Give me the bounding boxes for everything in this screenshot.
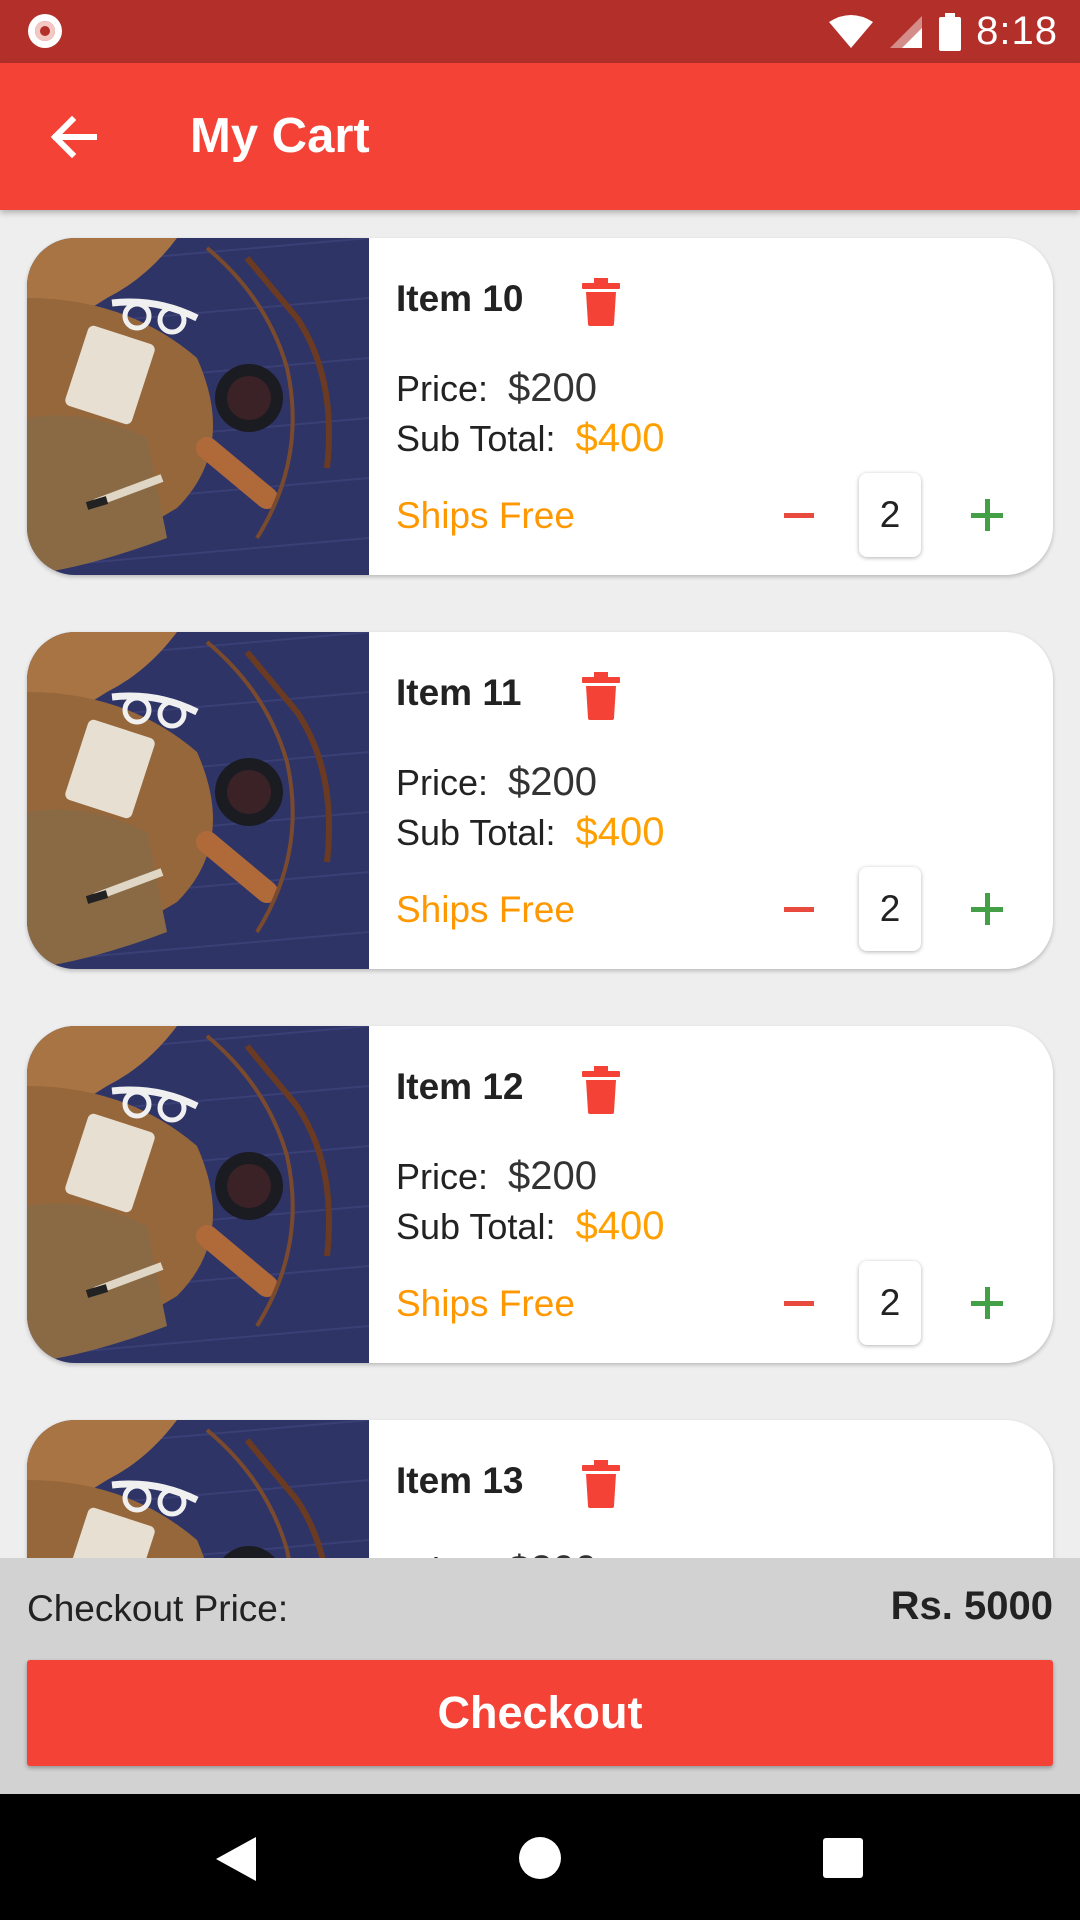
cart-item: Item 12 Price: $200 Sub Total: $400 Ships … [27,1026,1053,1363]
delete-item-button[interactable] [579,1064,623,1114]
checkout-price-value: Rs. 5000 [890,1584,1053,1628]
circle-home-icon[interactable] [519,1837,561,1879]
product-image [27,238,369,575]
square-recents-icon[interactable] [823,1838,863,1878]
trash-icon [582,1460,620,1508]
increase-quantity-button[interactable] [967,1283,1007,1323]
price-value: $200 [508,760,598,804]
subtotal-value: $400 [575,1204,665,1248]
product-image-container [27,632,369,969]
cart-item: Item 10 Price: $200 Sub Total: $400 Ships … [27,238,1053,575]
arrow-back-icon [50,115,97,159]
price-label: Price: [396,1156,489,1197]
checkout-button[interactable]: Checkout [27,1660,1053,1766]
record-indicator-icon [28,14,62,48]
battery-icon [939,12,962,51]
subtotal-label: Sub Total: [396,418,556,459]
price-label: Price: [396,368,489,409]
quantity-field[interactable]: 2 [859,473,921,557]
app-bar: My Cart [0,63,1080,210]
subtotal-row: Sub Total: $400 [396,810,664,855]
item-name: Item 10 [396,278,524,319]
decrease-quantity-button[interactable] [779,1289,819,1319]
quantity-field[interactable]: 2 [859,867,921,951]
wifi-icon [829,14,874,48]
increase-quantity-button[interactable] [967,495,1007,535]
shipping-label: Ships Free [396,1283,575,1324]
product-image-container [27,238,369,575]
subtotal-label: Sub Total: [396,1206,556,1247]
price-value: $200 [508,366,598,410]
trash-icon [582,672,620,720]
subtotal-row: Sub Total: $400 [396,416,664,461]
subtotal-label: Sub Total: [396,812,556,853]
status-time: 8:18 [976,9,1058,53]
cart-item: Item 13 Price:$200 Sub Total:$400 Ships … [27,1420,1053,1558]
checkout-price-label: Checkout Price: [27,1588,289,1629]
delete-item-button[interactable] [579,1458,623,1508]
cart-item: Item 11 Price: $200 Sub Total: $400 Ships … [27,632,1053,969]
cell-signal-icon [890,15,923,48]
product-image [27,1420,369,1558]
cart-list[interactable]: Item 10 Price: $200 Sub Total: $400 Ships … [0,210,1080,1558]
page-title: My Cart [190,109,370,163]
status-indicators: 8:18 [828,0,1058,63]
decrease-quantity-button[interactable] [779,501,819,531]
triangle-back-icon[interactable] [214,1836,258,1882]
price-row: Price: $200 [396,1154,597,1199]
status-bar: 8:18 [0,0,1080,63]
price-row: Price: $200 [396,760,597,805]
checkout-panel: Checkout Price: Rs. 5000 Checkout [0,1558,1080,1794]
back-button[interactable] [44,107,104,167]
system-nav-bar [0,1794,1080,1920]
price-label: Price: [396,762,489,803]
quantity-field[interactable]: 2 [859,1261,921,1345]
shipping-label: Ships Free [396,495,575,536]
price-row: Price: $200 [396,1548,597,1558]
decrease-quantity-button[interactable] [779,895,819,925]
product-image-container [27,1026,369,1363]
trash-icon [582,1066,620,1114]
subtotal-row: Sub Total: $400 [396,1204,664,1249]
delete-item-button[interactable] [579,670,623,720]
price-value: $200 [508,1154,598,1198]
product-image-container [27,1420,369,1558]
delete-item-button[interactable] [579,276,623,326]
product-image [27,1026,369,1363]
increase-quantity-button[interactable] [967,889,1007,929]
price-row: Price: $200 [396,366,597,411]
item-name: Item 12 [396,1066,524,1107]
subtotal-value: $400 [575,810,665,854]
price-label: Price: [396,1550,488,1558]
shipping-label: Ships Free [396,889,575,930]
item-name: Item 13 [396,1460,524,1501]
subtotal-value: $400 [575,416,665,460]
item-name: Item 11 [396,672,522,713]
price-value: $200 [508,1548,597,1558]
product-image [27,632,369,969]
trash-icon [582,278,620,326]
